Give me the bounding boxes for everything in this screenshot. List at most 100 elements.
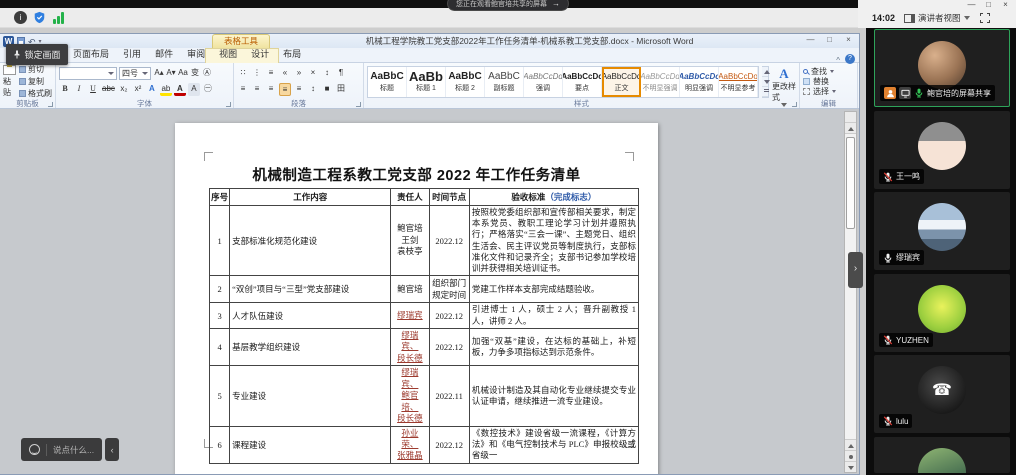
italic-button[interactable]: I bbox=[73, 83, 85, 96]
style-normal[interactable]: AaBbCcDd正文 bbox=[602, 67, 641, 97]
panel-collapse-button[interactable]: › bbox=[848, 252, 863, 288]
minimize-button[interactable]: — bbox=[963, 0, 980, 10]
document-page[interactable]: 机械制造工程系教工党支部 2022 年工作任务清单 序号工作内容责任人时间节点验… bbox=[175, 123, 658, 474]
multilevel-list-button[interactable]: ≡ bbox=[265, 67, 277, 80]
style-emphasis[interactable]: AaBbCcDd强调 bbox=[524, 67, 563, 97]
ruler-toggle-icon[interactable] bbox=[845, 112, 856, 123]
change-case-button[interactable]: Aa bbox=[177, 67, 189, 80]
dialog-launcher-icon[interactable] bbox=[48, 102, 53, 107]
paste-button[interactable]: 粘贴 bbox=[3, 65, 16, 98]
style-strong[interactable]: AaBbCcDc要点 bbox=[563, 67, 602, 97]
cell-time[interactable]: 2022.12 bbox=[429, 303, 469, 328]
participant-tile[interactable]: 王一鸣 bbox=[874, 111, 1010, 189]
cell-persons[interactable]: 鲍官培 bbox=[391, 276, 429, 303]
emoji-icon[interactable] bbox=[29, 444, 40, 455]
cell-content[interactable]: 专业建设 bbox=[230, 366, 391, 426]
select-button[interactable]: 选择 bbox=[803, 86, 854, 96]
font-size-combo[interactable]: 四号 bbox=[119, 67, 151, 80]
ribbon-tab-6[interactable]: 审阅 bbox=[180, 47, 212, 62]
font-color-button[interactable]: A bbox=[174, 83, 186, 96]
banner-exit-icon[interactable]: → bbox=[552, 0, 560, 8]
copy-button[interactable]: 复制 bbox=[19, 76, 52, 87]
cell-time[interactable]: 2022.12 bbox=[429, 426, 469, 463]
cell-content[interactable]: 课程建设 bbox=[230, 426, 391, 463]
style-subtle-emphasis[interactable]: AaBbCcDd不明显强调 bbox=[641, 67, 680, 97]
cell-time[interactable]: 2022.11 bbox=[429, 366, 469, 426]
numbering-button[interactable]: ⋮ bbox=[251, 67, 263, 80]
cell-no[interactable]: 3 bbox=[210, 303, 230, 328]
highlight-button[interactable]: ab bbox=[160, 83, 172, 96]
cell-content[interactable]: 基层教学组织建设 bbox=[230, 328, 391, 365]
lock-screen-tooltip[interactable]: 锁定画面 bbox=[6, 44, 68, 65]
cell-time[interactable]: 2022.12 bbox=[429, 328, 469, 365]
bold-button[interactable]: B bbox=[59, 83, 71, 96]
network-signal-icon[interactable] bbox=[53, 11, 66, 24]
decrease-indent-button[interactable]: « bbox=[279, 67, 291, 80]
participant-tile[interactable]: YUZHEN bbox=[874, 274, 1010, 352]
close-button[interactable]: × bbox=[997, 0, 1014, 10]
participant-tile[interactable] bbox=[874, 437, 1010, 473]
participant-tile[interactable]: 鲍官培的屏幕共享 bbox=[874, 29, 1010, 107]
replace-button[interactable]: 替换 bbox=[803, 76, 854, 86]
chat-input[interactable]: 说点什么... bbox=[21, 438, 102, 461]
justify-button[interactable]: ≡ bbox=[279, 83, 291, 96]
align-left-button[interactable]: ≡ bbox=[237, 83, 249, 96]
underline-button[interactable]: U bbox=[87, 83, 99, 96]
line-spacing-button[interactable]: ↕ bbox=[307, 83, 319, 96]
fullscreen-icon[interactable] bbox=[980, 13, 990, 23]
cell-content[interactable]: “双创”项目与“三型”党支部建设 bbox=[230, 276, 391, 303]
maximize-button[interactable]: □ bbox=[980, 0, 997, 10]
participant-tile[interactable]: 缪瑞宾 bbox=[874, 192, 1010, 270]
borders-button[interactable]: 田 bbox=[335, 83, 347, 96]
cell-persons[interactable]: 鲍官培王剑袁枝亭 bbox=[391, 206, 429, 276]
cell-time[interactable]: 组织部门规定时间 bbox=[429, 276, 469, 303]
word-minimize-button[interactable]: — bbox=[801, 35, 820, 46]
subscript-button[interactable]: x₂ bbox=[118, 83, 130, 96]
increase-indent-button[interactable]: » bbox=[293, 67, 305, 80]
word-maximize-button[interactable]: □ bbox=[820, 35, 839, 46]
cell-content[interactable]: 人才队伍建设 bbox=[230, 303, 391, 328]
align-right-button[interactable]: ≡ bbox=[265, 83, 277, 96]
cell-criteria[interactable]: 《数控技术》建设省级一流课程，《计算方法》和《电气控制技术与 PLC》申报校级或… bbox=[469, 426, 638, 463]
cell-content[interactable]: 支部标准化规范化建设 bbox=[230, 206, 391, 276]
strikethrough-button[interactable]: abc bbox=[101, 83, 116, 96]
chat-collapse-button[interactable]: ‹ bbox=[105, 438, 119, 461]
cell-no[interactable]: 6 bbox=[210, 426, 230, 463]
cell-criteria[interactable]: 加强“双基”建设，在达标的基础上，补短板，力争多项指标达到示范条件。 bbox=[469, 328, 638, 365]
style-subtitle[interactable]: AaBbC副标题 bbox=[485, 67, 524, 97]
view-mode-button[interactable]: 演讲者视图 bbox=[904, 12, 970, 24]
grow-font-button[interactable]: A▴ bbox=[153, 67, 165, 80]
shrink-font-button[interactable]: A▾ bbox=[165, 67, 177, 80]
dialog-launcher-icon[interactable] bbox=[792, 102, 797, 107]
show-marks-button[interactable]: ¶ bbox=[335, 67, 347, 80]
word-close-button[interactable]: × bbox=[839, 35, 858, 46]
ribbon-tab-3[interactable]: 页面布局 bbox=[66, 47, 116, 62]
dialog-launcher-icon[interactable] bbox=[356, 102, 361, 107]
cell-time[interactable]: 2022.12 bbox=[429, 206, 469, 276]
cell-no[interactable]: 1 bbox=[210, 206, 230, 276]
align-center-button[interactable]: ≡ bbox=[251, 83, 263, 96]
text-effects-button[interactable]: A bbox=[146, 83, 158, 96]
security-shield-icon[interactable] bbox=[33, 11, 46, 24]
char-shading-button[interactable]: A bbox=[188, 83, 200, 96]
ribbon-tab-7[interactable]: 视图 bbox=[212, 47, 244, 62]
style-title[interactable]: AaBbC标题 bbox=[368, 67, 407, 97]
ribbon-tab-5[interactable]: 邮件 bbox=[148, 47, 180, 62]
enclose-button[interactable]: ㊀ bbox=[202, 83, 214, 96]
previous-page-icon[interactable] bbox=[845, 439, 856, 450]
style-h2[interactable]: AaBbC标题 2 bbox=[446, 67, 485, 97]
style-subtle-reference[interactable]: AaBbCcDo不明显参考 bbox=[719, 67, 758, 97]
ribbon-tab-4[interactable]: 引用 bbox=[116, 47, 148, 62]
vertical-scrollbar[interactable] bbox=[844, 111, 857, 473]
meeting-info-icon[interactable] bbox=[14, 11, 27, 24]
cell-persons[interactable]: 缪瑞宾、段长德 bbox=[391, 328, 429, 365]
cell-criteria[interactable]: 按照校党委组织部和宣传部相关要求，制定本系党员、教职工理论学习计划并遵照执行；严… bbox=[469, 206, 638, 276]
shading-button[interactable]: ■ bbox=[321, 83, 333, 96]
sort-button[interactable]: ↕ bbox=[321, 67, 333, 80]
cell-no[interactable]: 2 bbox=[210, 276, 230, 303]
superscript-button[interactable]: x² bbox=[132, 83, 144, 96]
cut-button[interactable]: 剪切 bbox=[19, 64, 52, 75]
dialog-launcher-icon[interactable] bbox=[226, 102, 231, 107]
font-name-combo[interactable] bbox=[59, 67, 117, 80]
cell-no[interactable]: 5 bbox=[210, 366, 230, 426]
